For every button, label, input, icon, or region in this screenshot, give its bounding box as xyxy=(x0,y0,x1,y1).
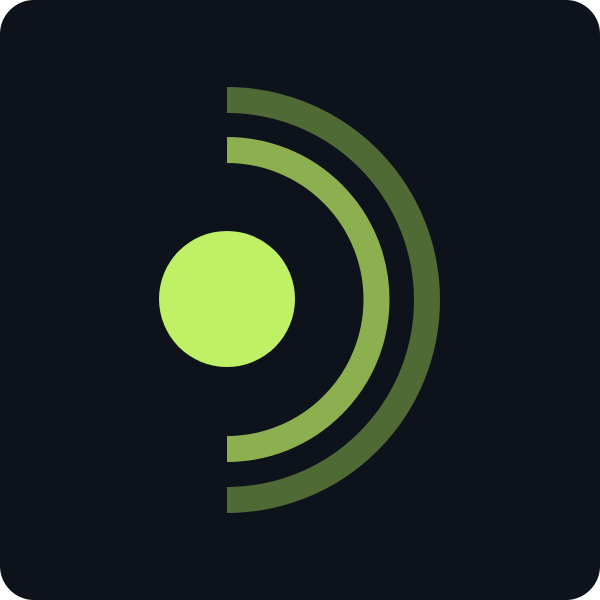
signal-waves-icon xyxy=(159,87,440,513)
app-icon xyxy=(0,0,600,600)
center-dot xyxy=(159,231,295,367)
